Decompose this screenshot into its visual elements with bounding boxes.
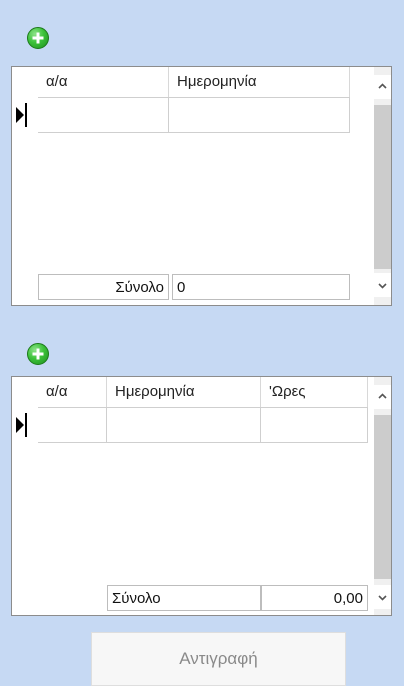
scroll-down-button[interactable] xyxy=(374,585,391,609)
vertical-scrollbar[interactable] xyxy=(374,377,391,615)
scroll-down-button[interactable] xyxy=(374,273,391,297)
grid-header: α/α Ημερομηνία 'Ωρες xyxy=(12,377,375,407)
cell-date[interactable] xyxy=(169,97,350,133)
cell-hours[interactable] xyxy=(261,407,368,443)
scroll-thumb[interactable] xyxy=(374,415,391,579)
column-header-date[interactable]: Ημερομηνία xyxy=(107,377,261,407)
total-value: 0,00 xyxy=(261,585,368,611)
table-row[interactable] xyxy=(12,407,375,443)
text-cursor xyxy=(25,103,27,127)
chevron-up-icon xyxy=(378,82,387,91)
text-cursor xyxy=(25,413,27,437)
add-icon[interactable] xyxy=(27,343,49,365)
table-row[interactable] xyxy=(12,97,375,133)
cell-aa[interactable] xyxy=(38,407,107,443)
add-icon[interactable] xyxy=(27,27,49,49)
total-label: Σύνολο xyxy=(38,274,169,300)
row-indicator-icon xyxy=(16,417,24,433)
grid-hours: α/α Ημερομηνία 'Ωρες Σύνολο 0,00 xyxy=(11,376,392,616)
total-value: 0 xyxy=(172,274,350,300)
cell-date[interactable] xyxy=(107,407,261,443)
chevron-down-icon xyxy=(378,281,387,290)
grid-dates: α/α Ημερομηνία Σύνολο 0 xyxy=(11,66,392,306)
column-header-hours[interactable]: 'Ωρες xyxy=(261,377,368,407)
row-indicator-icon xyxy=(16,107,24,123)
chevron-up-icon xyxy=(378,392,387,401)
scroll-up-button[interactable] xyxy=(374,75,391,99)
scroll-thumb[interactable] xyxy=(374,105,391,269)
cell-aa[interactable] xyxy=(38,97,169,133)
vertical-scrollbar[interactable] xyxy=(374,67,391,305)
copy-button[interactable]: Αντιγραφή xyxy=(91,632,346,686)
chevron-down-icon xyxy=(378,593,387,602)
grid-header: α/α Ημερομηνία xyxy=(12,67,375,97)
scroll-up-button[interactable] xyxy=(374,385,391,409)
total-label: Σύνολο xyxy=(107,585,261,611)
column-header-date[interactable]: Ημερομηνία xyxy=(169,67,350,97)
column-header-aa[interactable]: α/α xyxy=(38,377,107,407)
column-header-aa[interactable]: α/α xyxy=(38,67,169,97)
